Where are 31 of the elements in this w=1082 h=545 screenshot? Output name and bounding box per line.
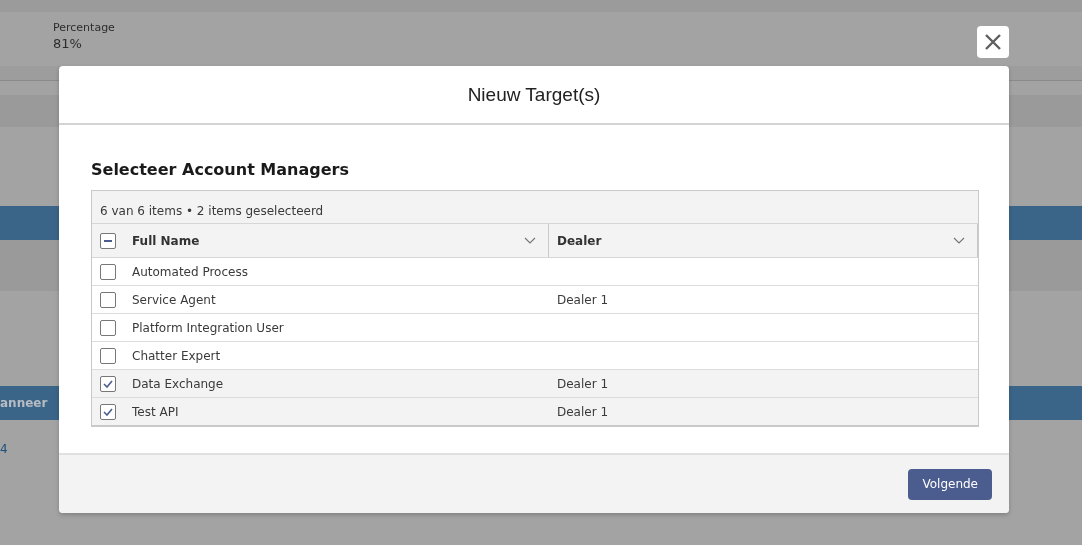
column-header[interactable]: Full Name <box>124 224 549 257</box>
next-button[interactable]: Volgende <box>908 468 992 500</box>
close-button[interactable] <box>977 26 1009 58</box>
column-header[interactable]: Dealer <box>549 224 978 257</box>
section-title: Selecteer Account Managers <box>91 160 349 179</box>
dialog-title: Nieuw Target(s) <box>467 83 601 106</box>
select-all-checkbox[interactable] <box>100 232 116 249</box>
chevron-down-icon <box>524 237 536 244</box>
table-cell: Dealer 1 <box>557 292 609 307</box>
table-cell: Data Exchange <box>132 376 224 391</box>
check-icon <box>103 407 113 416</box>
check-icon <box>103 379 113 388</box>
table-cell: Test API <box>132 404 179 419</box>
row-checkbox[interactable] <box>100 291 116 308</box>
row-checkbox[interactable] <box>100 403 116 420</box>
section-header-text: anneer <box>0 396 48 410</box>
close-icon <box>984 33 1002 51</box>
field-label: Percentage <box>53 21 115 34</box>
table-cell: Service Agent <box>132 292 216 307</box>
field-value: 81% <box>53 36 82 51</box>
row-checkbox[interactable] <box>100 375 116 392</box>
item-count: 6 van 6 items • 2 items geselecteerd <box>100 204 324 218</box>
table-cell: Platform Integration User <box>132 320 284 335</box>
table-cell: Chatter Expert <box>132 348 221 363</box>
row-checkbox[interactable] <box>100 347 116 364</box>
chevron-down-icon <box>953 237 965 244</box>
table-cell: Dealer 1 <box>557 376 609 391</box>
row-checkbox[interactable] <box>100 263 116 280</box>
row-checkbox[interactable] <box>100 319 116 336</box>
table-cell: Automated Process <box>132 264 248 279</box>
table-cell: Dealer 1 <box>557 404 609 419</box>
